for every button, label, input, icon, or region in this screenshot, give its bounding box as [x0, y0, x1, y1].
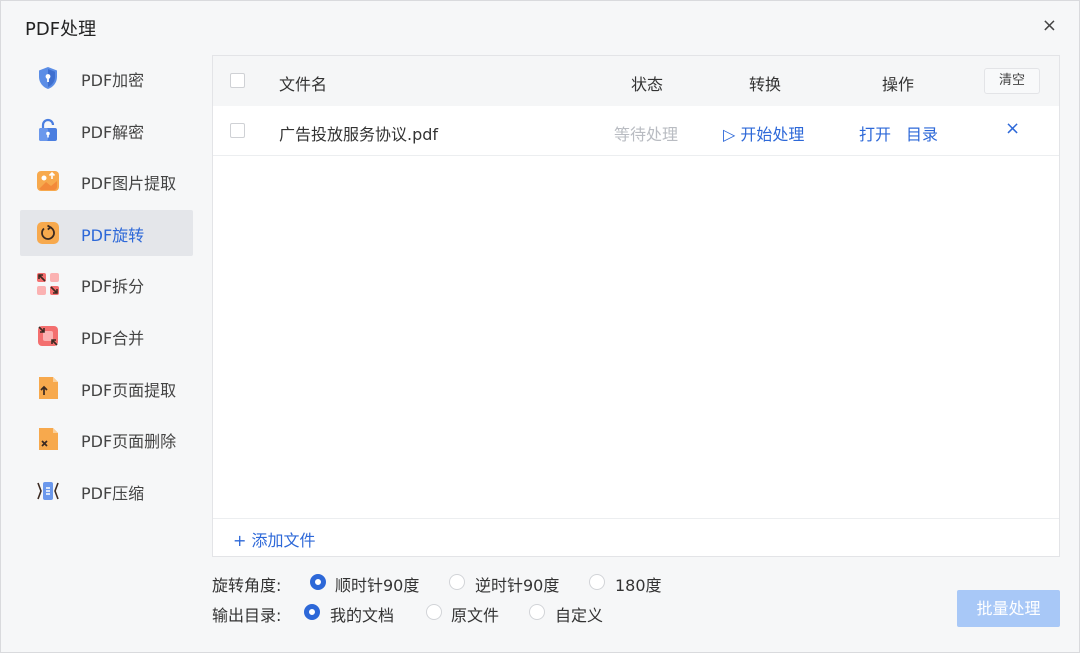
sidebar-item-label: PDF加密 [81, 71, 145, 90]
merge-icon [38, 325, 58, 346]
status-text: 等待处理 [614, 125, 679, 144]
sidebar-item-encrypt[interactable]: PDF加密 [20, 55, 193, 101]
clear-button[interactable]: 清空 [984, 68, 1040, 94]
radio-label-180[interactable]: 180度 [615, 572, 662, 596]
pdf-dialog: PDF处理 × PDF加密 PDF解密 PDF图片提取 PDF旋转 PDF拆分 … [0, 0, 1080, 653]
select-all-checkbox[interactable] [230, 73, 245, 88]
dialog-title: PDF处理 [25, 19, 97, 40]
row-checkbox[interactable] [230, 123, 245, 138]
header-convert: 转换 [749, 75, 782, 94]
add-file-button[interactable]: + 添加文件 [233, 527, 316, 551]
sidebar-item-rotate[interactable]: PDF旋转 [20, 209, 193, 256]
table-row: 广告投放服务协议.pdf 等待处理 ▷ 开始处理 打开 目录 × [213, 106, 1059, 156]
sidebar-item-label: PDF拆分 [81, 277, 145, 297]
sidebar-item-split[interactable]: PDF拆分 [20, 261, 193, 307]
split-icon [37, 273, 59, 296]
sidebar-item-image-extract[interactable]: PDF图片提取 [20, 158, 193, 204]
header-filename: 文件名 [279, 75, 328, 94]
sidebar-item-label: PDF旋转 [81, 225, 145, 245]
sidebar-item-page-extract[interactable]: PDF页面提取 [20, 365, 193, 411]
sidebar-item-label: PDF解密 [81, 122, 145, 142]
compress-icon [37, 481, 59, 500]
table-header: 文件名 状态 转换 操作 清空 [213, 56, 1059, 106]
radio-label-clockwise-90[interactable]: 顺时针90度 [335, 572, 419, 596]
add-file-bar: + 添加文件 [213, 518, 1059, 556]
radio-custom[interactable] [529, 604, 545, 620]
open-file-link[interactable]: 打开 [859, 121, 891, 145]
header-actions: 操作 [882, 75, 915, 94]
image-extract-icon [37, 171, 59, 192]
sidebar: PDF加密 PDF解密 PDF图片提取 PDF旋转 PDF拆分 PDF合并 PD… [20, 55, 193, 519]
rotate-angle-label: 旋转角度: [212, 576, 282, 595]
radio-label-counterclockwise-90[interactable]: 逆时针90度 [475, 572, 559, 596]
radio-my-documents[interactable] [304, 604, 320, 620]
radio-label-original-folder[interactable]: 原文件 [451, 602, 499, 626]
sidebar-item-merge[interactable]: PDF合并 [20, 313, 193, 359]
header-status: 状态 [631, 75, 664, 94]
sidebar-item-label: PDF合并 [81, 328, 145, 348]
close-button[interactable]: × [1042, 15, 1057, 37]
file-table: 文件名 状态 转换 操作 清空 广告投放服务协议.pdf 等待处理 ▷ 开始处理… [212, 55, 1060, 557]
remove-file-icon[interactable]: × [1005, 118, 1020, 139]
sidebar-item-label: PDF压缩 [81, 483, 145, 503]
radio-180[interactable] [589, 574, 605, 590]
unlock-icon [39, 118, 57, 141]
page-delete-icon [39, 428, 58, 451]
start-process-button[interactable]: ▷ 开始处理 [723, 121, 804, 145]
sidebar-item-page-delete[interactable]: PDF页面删除 [20, 416, 193, 462]
open-directory-link[interactable]: 目录 [906, 121, 938, 145]
sidebar-item-label: PDF图片提取 [81, 174, 177, 194]
sidebar-item-label: PDF页面提取 [81, 380, 177, 400]
shield-lock-icon [39, 67, 57, 89]
sidebar-item-compress[interactable]: PDF压缩 [20, 468, 193, 514]
radio-label-custom[interactable]: 自定义 [555, 602, 603, 626]
radio-label-my-documents[interactable]: 我的文档 [330, 602, 394, 626]
file-name: 广告投放服务协议.pdf [279, 125, 439, 144]
radio-clockwise-90[interactable] [310, 574, 326, 590]
batch-process-button[interactable]: 批量处理 [957, 590, 1060, 627]
radio-counterclockwise-90[interactable] [449, 574, 465, 590]
page-extract-icon [39, 376, 58, 399]
sidebar-item-label: PDF页面删除 [81, 432, 177, 452]
output-dir-label: 输出目录: [212, 606, 282, 625]
rotate-icon [37, 221, 59, 244]
sidebar-item-decrypt[interactable]: PDF解密 [20, 107, 193, 153]
radio-original-folder[interactable] [426, 604, 442, 620]
